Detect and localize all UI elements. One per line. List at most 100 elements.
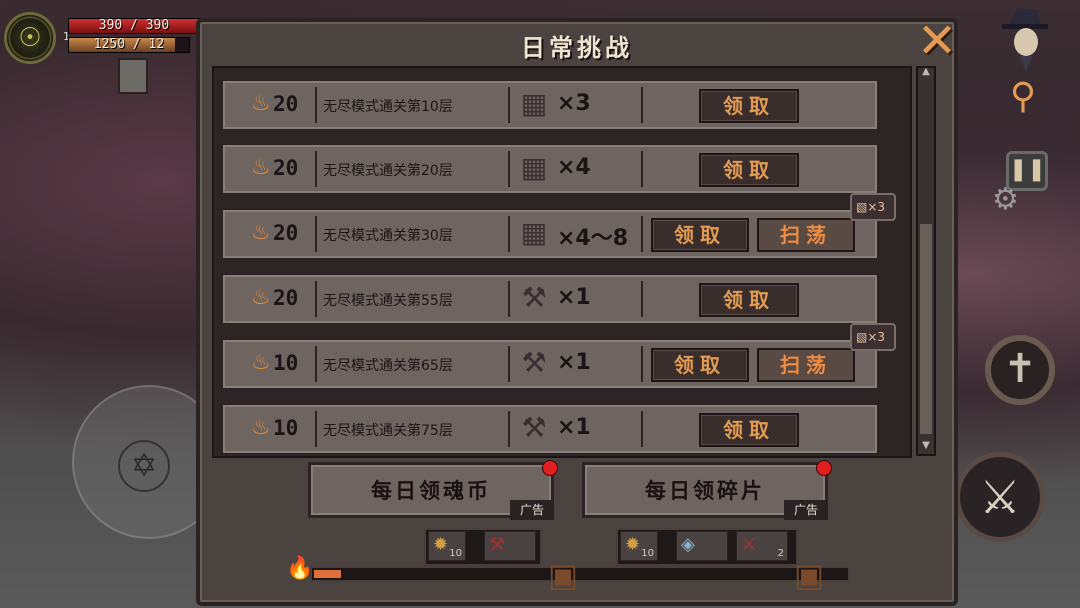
divider (641, 411, 643, 447)
reward-qty: ×1 (557, 415, 591, 440)
challenge-row: ♨ 20 无尽模式通关第30层 ▦ ×4～8 领取 扫荡 (220, 207, 880, 261)
chest-icon[interactable]: ▣ (540, 556, 586, 596)
claim-button[interactable]: 领取 (699, 283, 799, 317)
divider (641, 281, 643, 317)
chest-icon[interactable]: ▣ (786, 556, 832, 596)
reward-item-icon: ▦ (520, 151, 548, 184)
scroll-up-icon[interactable]: ▲ (916, 66, 936, 80)
shard-slot: ◈ (676, 531, 728, 561)
card-icon[interactable] (118, 58, 148, 94)
challenge-row: ♨ 20 无尽模式通关第10层 ▦ ×3 领取 (220, 78, 880, 132)
claim-button[interactable]: 领取 (699, 413, 799, 447)
weapon-slot: ⚒ (484, 531, 536, 561)
sword-icon: ⚔ (979, 470, 1021, 524)
divider (508, 87, 510, 123)
soul-coin-icon: ✹ (433, 534, 449, 555)
divider (641, 346, 643, 382)
sweep-ticket-badge: ▧×3 (850, 323, 896, 351)
sweep-button[interactable]: 扫荡 (757, 218, 855, 252)
sweep-count: ×3 (867, 200, 886, 214)
claim-button[interactable]: 领取 (699, 89, 799, 123)
ticket-icon: ▧ (856, 330, 868, 344)
challenge-desc: 无尽模式通关第30层 (323, 228, 453, 244)
divider (315, 216, 317, 252)
reward-qty: ×4～8 (557, 226, 629, 251)
flame-icon: ♨ (251, 350, 271, 375)
divider (315, 281, 317, 317)
claim-button[interactable]: 领取 (651, 218, 749, 252)
points-progress-fill (314, 570, 341, 578)
reward-item-icon: ▦ (520, 216, 548, 249)
challenge-row: ♨ 20 无尽模式通关第20层 ▦ ×4 领取 (220, 142, 880, 196)
soul-coin-icon: ✹ (625, 534, 641, 555)
claim-button[interactable]: 领取 (699, 153, 799, 187)
pause-icon: ❚❚ (1009, 157, 1046, 182)
divider (641, 87, 643, 123)
reward-item-icon: ⚒ (521, 346, 547, 379)
player-avatar[interactable]: ☉ (4, 12, 56, 64)
scroll-thumb[interactable] (920, 224, 932, 434)
soul-coin-slot: ✹ 10 (428, 531, 466, 561)
hp-text: 390 / 390 (98, 18, 170, 33)
crystal-icon: ◈ (681, 534, 695, 555)
ad-tag: 广告 (784, 500, 828, 520)
close-button[interactable]: ✕ (912, 17, 962, 68)
panel-title: 日常挑战 (521, 34, 633, 62)
points-value: 20 (273, 156, 299, 180)
mp-text: 1250 / 12 (93, 37, 165, 52)
points-value: 20 (273, 286, 299, 310)
skull-icon: ☉ (18, 23, 42, 53)
cross-icon: ✝ (1003, 346, 1037, 392)
challenge-desc: 无尽模式通关第10层 (323, 99, 453, 115)
reward-qty: ×4 (557, 155, 591, 180)
reward-item-icon: ⚒ (521, 281, 547, 314)
axe-icon: ⚒ (489, 534, 506, 555)
challenge-desc: 无尽模式通关第65层 (323, 358, 453, 374)
blade-icon: ⚔ (741, 534, 758, 555)
challenge-row: ♨ 20 无尽模式通关第55层 ⚒ ×1 领取 (220, 272, 880, 326)
flame-icon: ♨ (251, 285, 271, 310)
soul-coin-slot: ✹ 10 (620, 531, 658, 561)
scroll-down-icon[interactable]: ▼ (916, 440, 936, 454)
divider (508, 216, 510, 252)
gear-icon[interactable]: ⚙ (992, 182, 1019, 217)
challenge-row: ♨ 10 无尽模式通关第65层 ⚒ ×1 领取 扫荡 (220, 337, 880, 391)
divider (315, 411, 317, 447)
points-value: 10 (273, 416, 299, 440)
sweep-ticket-badge: ▧×3 (850, 193, 896, 221)
claim-button[interactable]: 领取 (651, 348, 749, 382)
divider (315, 151, 317, 187)
hp-bar: 390 / 390 (68, 18, 200, 34)
ad-tag: 广告 (510, 500, 554, 520)
attack-button[interactable]: ⚔ (955, 452, 1045, 542)
notification-dot (816, 460, 832, 476)
mascot-character-icon (990, 4, 1060, 74)
reward-item-icon: ⚒ (521, 411, 547, 444)
ticket-icon: ▧ (856, 200, 868, 214)
reward-qty: ×1 (557, 285, 591, 310)
divider (508, 411, 510, 447)
divider (508, 346, 510, 382)
challenge-desc: 无尽模式通关第55层 (323, 293, 453, 309)
points-value: 10 (273, 351, 299, 375)
fork-hand-icon[interactable]: ⚲ (1000, 76, 1046, 136)
points-value: 20 (273, 92, 299, 116)
sweep-count: ×3 (867, 330, 886, 344)
mp-bar: 1250 / 12 (68, 37, 190, 53)
reward-qty: ×3 (557, 91, 591, 116)
flame-icon: ♨ (251, 220, 271, 245)
notification-dot (542, 460, 558, 476)
divider (508, 281, 510, 317)
divider (508, 151, 510, 187)
skill-cross-button[interactable]: ✝ (985, 335, 1055, 405)
challenge-row: ♨ 10 无尽模式通关第75层 ⚒ ×1 领取 (220, 402, 880, 456)
sweep-button[interactable]: 扫荡 (757, 348, 855, 382)
reward-item-icon: ▦ (520, 87, 548, 120)
divider (641, 151, 643, 187)
flame-icon: ♨ (251, 415, 271, 440)
reward-qty: ×1 (557, 350, 591, 375)
points-value: 20 (273, 221, 299, 245)
flame-icon: ♨ (251, 155, 271, 180)
joystick-knob-icon[interactable]: ✡ (118, 440, 170, 492)
divider (315, 346, 317, 382)
